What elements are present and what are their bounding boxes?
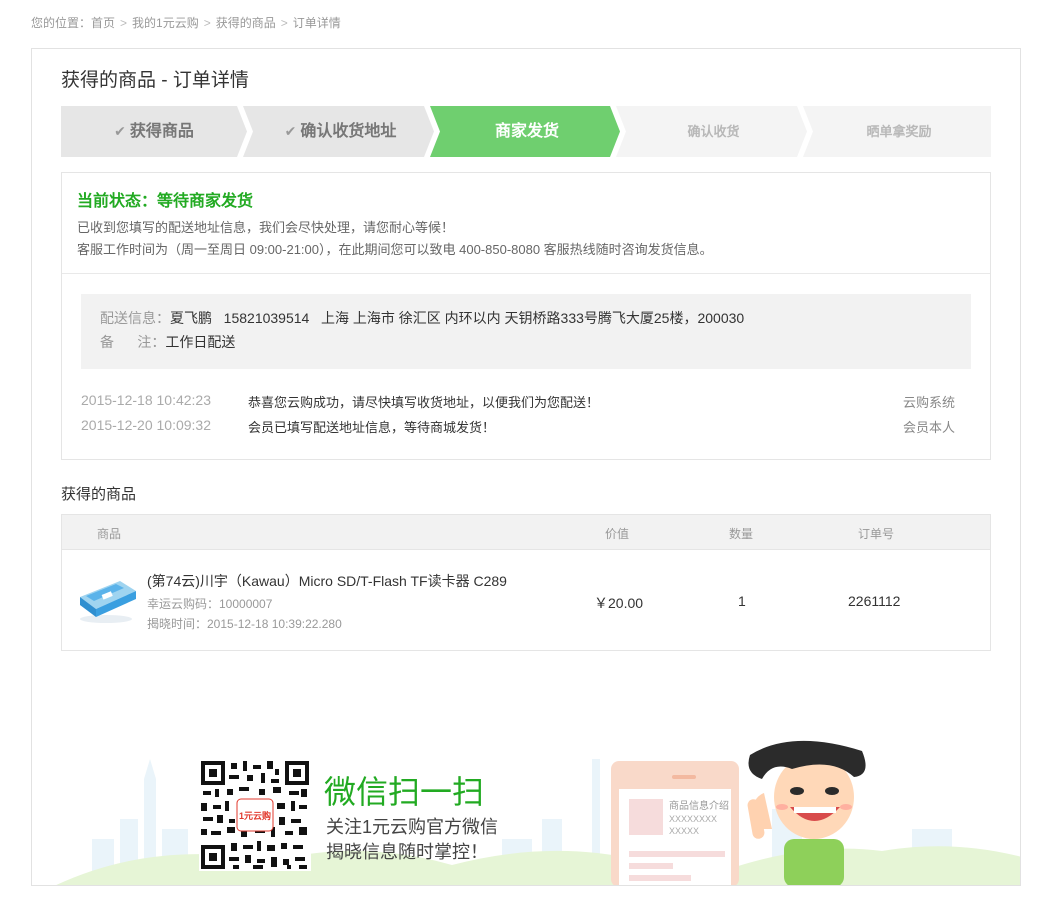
step-label: 确认收货地址 [300,123,397,140]
service-hours-message: 客服工作时间为（周一至周日 09:00-21:00），在此期间您可以致电 400… [77,242,713,257]
wechat-qr-code: 1元云购 [199,759,311,871]
log-operator: 会员本人 [902,420,955,435]
order-detail-panel: 获得的商品 - 订单详情 ✔ 获得商品 ✔ 确认收货地址 商家发货 确认收货 晒单拿… [31,48,1021,886]
log-message: 恭喜您云购成功，请尽快填写收货地址，以便我们为您配送！ [248,395,600,410]
step-confirm-receipt: 确认收货 [687,124,740,139]
chevron-right-icon: > [280,16,288,30]
order-progress-steps: ✔ 获得商品 ✔ 确认收货地址 商家发货 确认收货 晒单拿奖励 [61,106,991,157]
step-label: 获得商品 [129,123,194,140]
card-line: XXXXXXXX [669,814,718,824]
wechat-notify-line: 揭晓信息随时掌控！ [326,842,488,862]
note-label: 备 注： [100,334,166,350]
breadcrumb-current: 订单详情 [292,16,341,30]
header-qty: 数量 [729,527,754,541]
shipping-note-row: 备 注：工作日配送 [100,332,235,352]
check-icon: ✔ [114,123,126,139]
shipping-address-row: 配送信息：夏飞鹏 15821039514 上海 上海市 徐汇区 内环以内 天钥桥… [100,308,744,328]
goods-table: 商品 价值 数量 订单号 (第74云)川宇（Kawau）Micro SD/T-F… [61,514,991,651]
product-name-link[interactable]: (第74云)川宇（Kawau）Micro SD/T-Flash TF读卡器 C2… [147,571,507,591]
log-operator: 云购系统 [902,395,955,410]
card-line: XXXXX [669,826,700,836]
header-product: 商品 [97,527,122,541]
step-obtain-goods: ✔ 获得商品 [61,106,247,157]
goods-section-title: 获得的商品 [61,486,137,503]
goods-table-header: 商品 价值 数量 订单号 [62,515,990,550]
reveal-time: 揭晓时间：2015-12-18 10:39:22.280 [147,617,342,631]
log-entry: 2015-12-20 10:09:32 会员已填写配送地址信息，等待商城发货！ … [81,417,955,437]
header-price: 价值 [605,527,630,541]
step-merchant-ship: 商家发货 [494,123,559,140]
card-title: 商品信息介绍 [669,801,729,812]
wechat-scan-title: 微信扫一扫 [324,774,485,810]
chevron-right-icon: > [120,16,128,30]
shipping-info-box: 配送信息：夏飞鹏 15821039514 上海 上海市 徐汇区 内环以内 天钥桥… [81,294,971,369]
step-confirm-address: ✔ 确认收货地址 [247,106,434,157]
qr-logo-text: 1元云购 [239,810,271,821]
check-icon: ✔ [284,123,297,139]
breadcrumb-location[interactable]: 您的位置：首页 [31,16,115,30]
step-share-reward: 晒单拿奖励 [866,124,932,139]
breadcrumb-won-goods[interactable]: 获得的商品 [216,16,276,30]
log-entry: 2015-12-18 10:42:23 恭喜您云购成功，请尽快填写收货地址，以便… [81,392,955,412]
product-price: ￥20.00 [594,595,644,611]
status-message: 已收到您填写的配送地址信息，我们会尽快处理，请您耐心等候！ [77,220,455,235]
banner-background-illustration [56,740,1020,885]
breadcrumb: 您的位置：首页 > 我的1元云购 > 获得的商品 > 订单详情 [31,14,341,31]
lucky-code: 幸运云购码：10000007 [147,597,273,611]
header-order: 订单号 [858,527,895,541]
breadcrumb-my-account[interactable]: 我的1元云购 [132,16,199,30]
wechat-follow-line: 关注1元云购官方微信 [326,817,499,837]
chevron-right-icon: > [203,16,211,30]
wechat-banner: 1元云购 微信扫一扫 关注1元云购官方微信 揭晓信息随时掌控！ 商品信息介绍 X… [32,689,1020,885]
divider [62,273,990,274]
note-value: 工作日配送 [165,334,236,350]
order-number: 2261112 [848,593,901,609]
order-status-box: 当前状态：等待商家发货 已收到您填写的配送地址信息，我们会尽快处理，请您耐心等候… [61,172,991,460]
log-time: 2015-12-18 10:42:23 [81,392,211,408]
page-title: 获得的商品 - 订单详情 [61,70,249,91]
table-row: (第74云)川宇（Kawau）Micro SD/T-Flash TF读卡器 C2… [62,551,990,651]
shipping-address: 夏飞鹏 15821039514 上海 上海市 徐汇区 内环以内 天钥桥路333号… [170,310,745,326]
log-time: 2015-12-20 10:09:32 [81,417,211,433]
product-qty: 1 [738,593,746,609]
log-message: 会员已填写配送地址信息，等待商城发货！ [248,420,496,435]
shipping-label: 配送信息： [100,310,170,326]
status-title: 当前状态：等待商家发货 [77,193,254,210]
product-thumbnail[interactable] [76,575,138,625]
